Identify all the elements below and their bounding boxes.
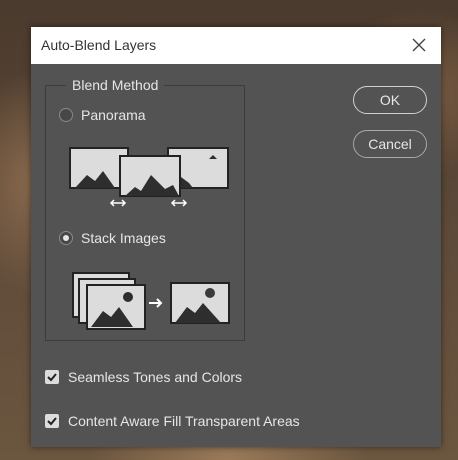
title-bar: Auto-Blend Layers	[31, 27, 441, 64]
auto-blend-dialog: Auto-Blend Layers Blend Method Panorama …	[31, 27, 441, 447]
checkmark-icon	[47, 417, 57, 426]
stack-images-label[interactable]: Stack Images	[81, 230, 166, 246]
content-aware-fill-label[interactable]: Content Aware Fill Transparent Areas	[68, 413, 300, 429]
cancel-button[interactable]: Cancel	[353, 130, 427, 158]
stack-images-radio[interactable]	[59, 231, 73, 245]
ok-button[interactable]: OK	[353, 86, 427, 114]
panorama-radio[interactable]	[59, 108, 73, 122]
content-aware-fill-checkbox[interactable]	[45, 414, 59, 428]
checkmark-icon	[47, 373, 57, 382]
seamless-tones-checkbox[interactable]	[45, 370, 59, 384]
stack-images-illustration-icon	[71, 271, 233, 331]
close-icon[interactable]	[407, 33, 431, 57]
panorama-illustration-icon	[69, 147, 233, 215]
seamless-tones-label[interactable]: Seamless Tones and Colors	[68, 369, 242, 385]
panorama-label[interactable]: Panorama	[81, 107, 146, 123]
blend-method-legend: Blend Method	[66, 77, 165, 93]
dialog-title: Auto-Blend Layers	[41, 37, 157, 53]
